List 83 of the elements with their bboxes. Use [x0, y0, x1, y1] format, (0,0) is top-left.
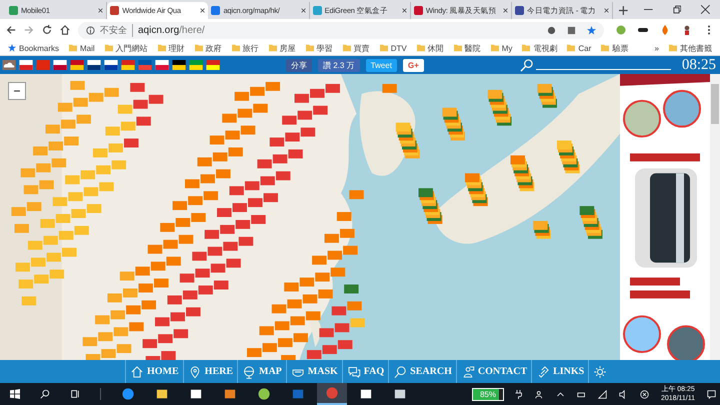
bookmark-label: 政府	[206, 42, 222, 54]
close-icon[interactable]	[300, 8, 306, 13]
flag-icon[interactable]	[104, 60, 118, 70]
bookmark[interactable]: 休閒	[416, 42, 444, 54]
bookmark[interactable]: 學習	[306, 42, 333, 54]
close-icon[interactable]	[402, 8, 407, 13]
bookmark-label: DTV	[390, 44, 407, 52]
flag-icon[interactable]	[172, 60, 186, 70]
link-icon	[536, 364, 550, 378]
overflow-chevron[interactable]: »	[654, 44, 659, 52]
bookmark[interactable]: 驗票	[601, 42, 628, 54]
bookmark-label: Mail	[80, 44, 95, 52]
start-icon[interactable]	[10, 389, 20, 399]
address-bar[interactable]: 不安全 aqicn.org/here/	[78, 22, 604, 38]
close-icon[interactable]	[98, 8, 104, 13]
url-text: aqicn.org/here/	[138, 24, 205, 36]
bookmark[interactable]: Car	[567, 44, 592, 52]
bookmark[interactable]: Bookmarks	[8, 44, 60, 52]
bookmark-label: 電視劇	[533, 42, 558, 54]
close-icon[interactable]	[503, 8, 508, 13]
scrollbar[interactable]	[710, 74, 720, 360]
home-icon[interactable]	[60, 25, 70, 35]
chat-icon	[346, 364, 361, 378]
bookmark-label: 學習	[316, 42, 333, 54]
bookmark-label: 休閒	[428, 42, 444, 54]
bookmark[interactable]: 政府	[194, 42, 222, 54]
bookmark-label: 買賣	[354, 42, 370, 54]
pin-icon	[188, 364, 202, 378]
bookmark-label: 理財	[168, 42, 185, 54]
back-icon[interactable]	[6, 25, 16, 35]
close-icon[interactable]	[701, 5, 710, 14]
share-button[interactable]: G+	[402, 58, 424, 72]
bookmark-label: My	[502, 44, 512, 52]
bookmark-label: 其他書籤	[680, 42, 712, 54]
close-icon[interactable]	[604, 8, 610, 13]
globe-icon	[242, 364, 256, 378]
new-tab-icon[interactable]	[619, 6, 628, 15]
bookmark[interactable]: 醫院	[454, 42, 481, 54]
info-icon	[86, 26, 95, 34]
no-connection-icon[interactable]	[640, 390, 649, 398]
bookmark[interactable]: 入門網站	[104, 42, 148, 54]
flag-icon[interactable]	[206, 60, 220, 70]
star-icon	[8, 44, 16, 52]
people-icon[interactable]	[535, 390, 544, 398]
chevron-icon[interactable]	[556, 390, 565, 398]
flag-icon[interactable]	[53, 60, 67, 70]
search-icon	[393, 364, 408, 378]
bookmark-label: Bookmarks	[19, 44, 60, 52]
bookmark-label: 驗票	[612, 42, 628, 54]
clock-text: 08:25	[682, 56, 716, 74]
close-icon[interactable]	[200, 8, 206, 13]
bookmark[interactable]: 房屋	[268, 42, 296, 54]
reload-icon[interactable]	[42, 25, 52, 35]
bookmark-label: Car	[578, 44, 592, 52]
bookmark-label: 旅行	[242, 42, 259, 54]
bookmark[interactable]: 其他書籤	[669, 42, 712, 54]
bookmark[interactable]: 買賣	[342, 42, 370, 54]
bookmark[interactable]: 電視劇	[522, 42, 558, 54]
person-icon	[460, 364, 475, 378]
task-view-icon[interactable]	[70, 389, 80, 399]
cloud-logo-icon[interactable]	[2, 60, 16, 70]
security-label: 不安全	[100, 24, 133, 36]
wifi-icon[interactable]	[598, 390, 607, 398]
search-icon[interactable]	[40, 389, 50, 399]
bookmark-label: 房屋	[280, 42, 296, 54]
bookmark-label: 醫院	[464, 42, 481, 54]
share-button[interactable]: 讚 2.3 万	[318, 58, 360, 72]
star-icon[interactable]	[587, 26, 596, 34]
bookmark[interactable]: My	[490, 44, 512, 52]
battery-icon[interactable]	[577, 390, 586, 398]
restore-icon[interactable]	[672, 5, 682, 14]
notification-icon[interactable]	[707, 390, 716, 398]
bookmark[interactable]: 旅行	[232, 42, 259, 54]
home-icon	[130, 364, 144, 378]
bookmark[interactable]: Mail	[69, 44, 95, 52]
bookmark-label: 入門網站	[116, 42, 148, 54]
bookmark[interactable]: 理財	[158, 42, 185, 54]
plug-icon	[514, 390, 523, 398]
gear-icon	[593, 364, 608, 378]
bookmark[interactable]: DTV	[380, 44, 407, 52]
profile-icon[interactable]	[682, 25, 692, 35]
flag-icon[interactable]	[87, 60, 101, 70]
share-button[interactable]: 分享	[286, 58, 312, 72]
